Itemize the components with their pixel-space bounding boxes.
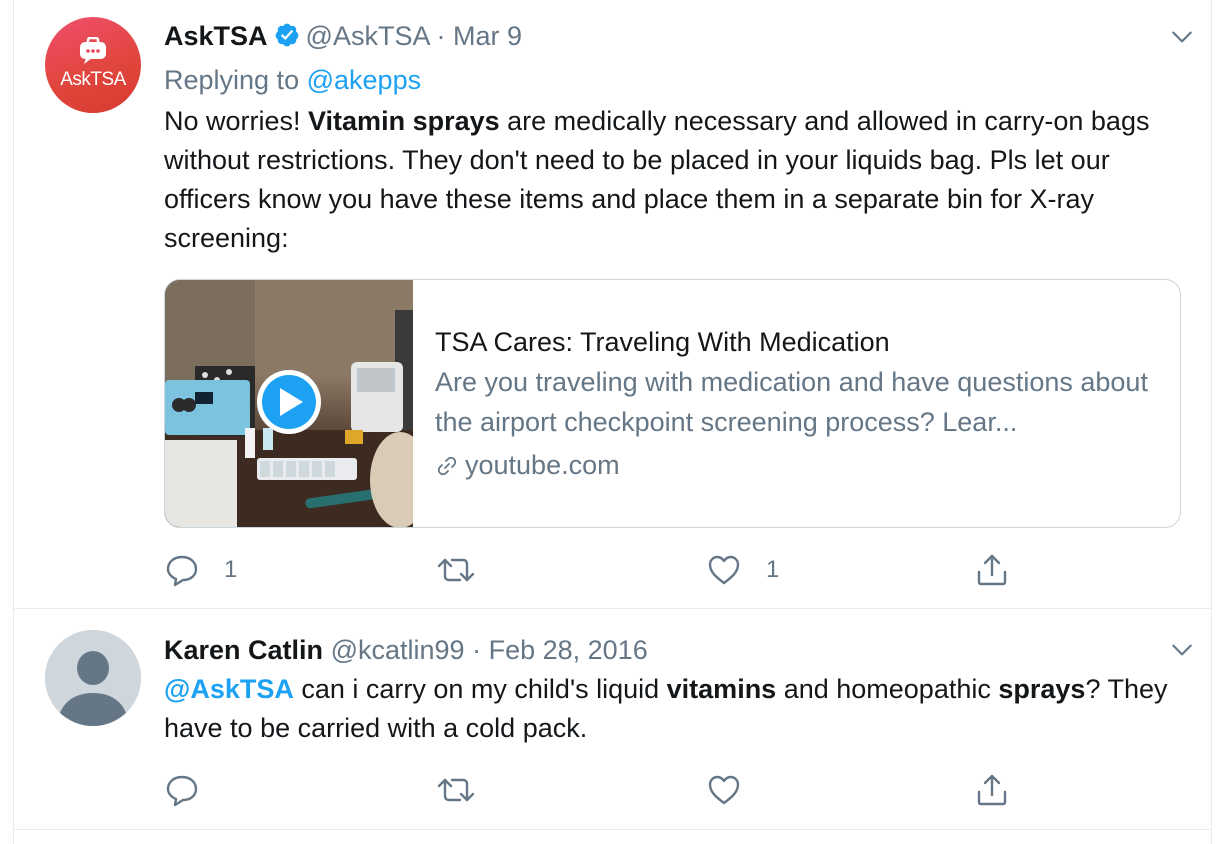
like-button[interactable]: 1 [706,550,779,590]
tweet-body: AskTSA @AskTSA · Mar 9 Replying to @akepp… [164,18,1191,258]
tweet-header: AskTSA @AskTSA · Mar 9 [164,18,1191,54]
replying-prefix: Replying to [164,65,300,95]
separator-dot: · [436,21,446,51]
share-button[interactable] [974,550,1010,590]
replying-handle-link[interactable]: @akepps [307,65,421,95]
retweet-button[interactable] [436,550,500,590]
link-card[interactable]: TSA Cares: Traveling With Medication Are… [164,279,1181,528]
tweet-body: Karen Catlin @kcatlin99 · Feb 28, 2016 @… [164,632,1191,748]
tweet-header: Karen Catlin @kcatlin99 · Feb 28, 2016 [164,632,1191,668]
retweet-button[interactable] [436,770,500,810]
tweet-text: No worries! Vitamin sprays are medically… [164,102,1191,258]
author-name[interactable]: Karen Catlin [164,635,323,665]
tweet-text: @AskTSA can i carry on my child's liquid… [164,670,1191,748]
avatar-default[interactable] [45,630,141,726]
retweet-icon [437,558,475,582]
tweet-asktsa[interactable]: AskTSA AskTSA @AskTSA · Mar 9 Replying to… [14,0,1211,609]
link-icon [437,456,457,476]
heart-icon [708,775,740,805]
chat-briefcase-icon [80,37,106,64]
text-highlight: sprays [998,674,1086,704]
text-part: No worries! [164,106,309,136]
separator-dot: · [472,635,482,665]
thumbnail-image [165,280,413,527]
author-name[interactable]: AskTSA [164,21,268,51]
card-text: TSA Cares: Traveling With Medication Are… [435,322,1160,485]
text-part: can i carry on my child's liquid [293,674,667,704]
card-title: TSA Cares: Traveling With Medication [435,327,890,357]
tweet-date[interactable]: Mar 9 [453,21,522,51]
default-user-icon [45,630,141,726]
tweet-actions: 1 1 [164,550,1014,590]
avatar-logo-text: AskTSA [60,69,126,90]
text-highlight: vitamins [666,674,777,704]
reply-count: 1 [224,556,238,583]
share-icon [977,554,1007,586]
tweet-actions [164,770,1014,810]
card-domain-text: youtube.com [465,450,620,480]
heart-icon [708,555,740,585]
like-count: 1 [766,556,780,583]
share-button[interactable] [974,770,1010,810]
like-button[interactable] [706,770,766,810]
text-highlight: Vitamin sprays [308,106,500,136]
chevron-down-icon[interactable] [1169,637,1195,663]
reply-icon [166,555,198,587]
author-handle[interactable]: @kcatlin99 [331,635,465,665]
mention-link[interactable]: @AskTSA [164,674,294,704]
replying-to: Replying to @akepps [164,62,1191,98]
tweet-date[interactable]: Feb 28, 2016 [489,635,648,665]
verified-badge-icon [275,23,298,47]
share-icon [977,774,1007,806]
reply-icon [166,775,198,807]
chevron-down-icon[interactable] [1169,24,1195,50]
reply-button[interactable]: 1 [164,550,237,590]
timeline: AskTSA AskTSA @AskTSA · Mar 9 Replying to… [13,0,1212,844]
author-handle[interactable]: @AskTSA [306,21,429,51]
tweet-kcatlin[interactable]: Karen Catlin @kcatlin99 · Feb 28, 2016 @… [14,609,1211,830]
video-thumbnail[interactable] [165,280,413,527]
card-domain: youtube.com [435,445,1160,485]
card-description: Are you traveling with medication and ha… [435,367,1148,437]
text-part: and homeopathic [776,674,999,704]
avatar-asktsa[interactable]: AskTSA [45,17,141,113]
reply-button[interactable] [164,770,224,810]
retweet-icon [437,778,475,802]
